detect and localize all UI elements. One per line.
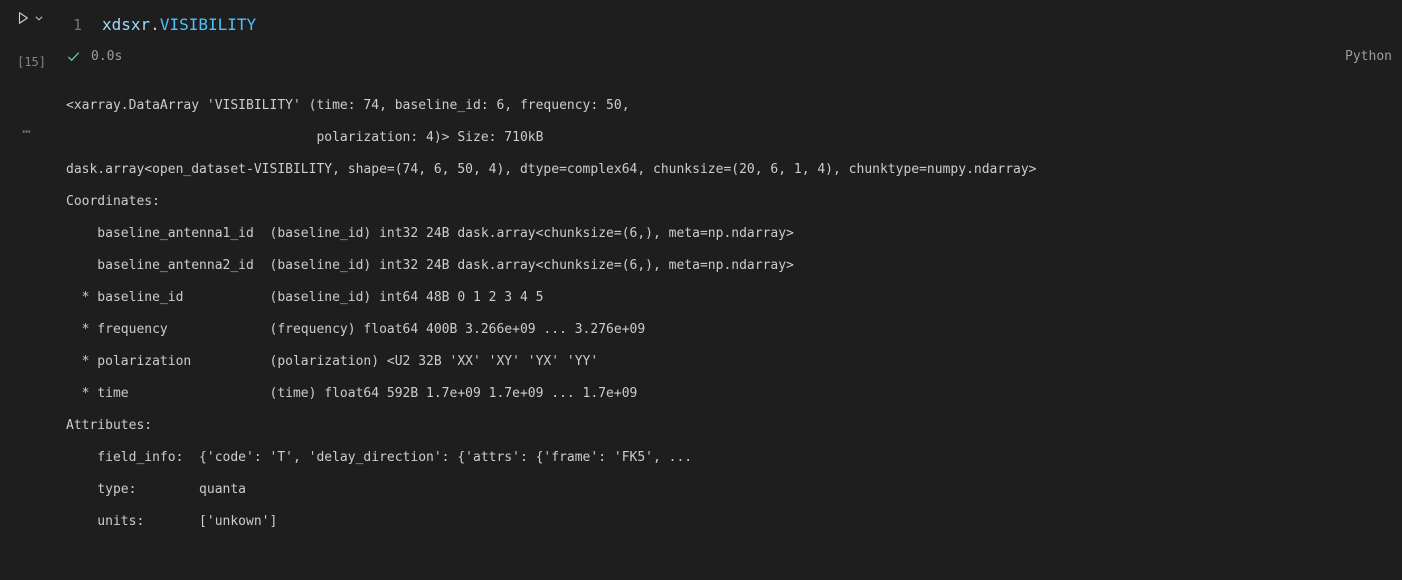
output-line: Coordinates: xyxy=(66,186,1388,218)
status-bar: 0.0s Python xyxy=(52,45,1402,70)
execution-duration: 0.0s xyxy=(91,49,122,64)
output-line: dask.array<open_dataset-VISIBILITY, shap… xyxy=(66,154,1388,186)
code-text[interactable]: xdsxr.VISIBILITY xyxy=(102,14,256,36)
output-line: <xarray.DataArray 'VISIBILITY' (time: 74… xyxy=(66,90,1388,122)
gutter-controls xyxy=(2,6,52,30)
code-input-area[interactable]: 1 xdsxr.VISIBILITY xyxy=(52,0,1402,45)
cell-gutter: [15] ⋯ xyxy=(2,0,52,580)
output-line: units: ['unkown'] xyxy=(66,506,1388,538)
execution-count: [15] xyxy=(2,50,52,74)
code-constant: VISIBILITY xyxy=(160,15,256,34)
output-line: baseline_antenna2_id (baseline_id) int32… xyxy=(66,250,1388,282)
output-line: polarization: 4)> Size: 710kB xyxy=(66,122,1388,154)
language-label[interactable]: Python xyxy=(1345,49,1402,64)
output-line: * polarization (polarization) <U2 32B 'X… xyxy=(66,346,1388,378)
output-line: type: quanta xyxy=(66,474,1388,506)
cell-main: 1 xdsxr.VISIBILITY 0.0s Python <xarray.D… xyxy=(52,0,1402,580)
run-icon[interactable] xyxy=(16,11,30,25)
output-line: * frequency (frequency) float64 400B 3.2… xyxy=(66,314,1388,346)
output-line: * time (time) float64 592B 1.7e+09 1.7e+… xyxy=(66,378,1388,410)
chevron-down-icon[interactable] xyxy=(34,13,44,23)
notebook-cell: [15] ⋯ 1 xdsxr.VISIBILITY 0.0s Python <x… xyxy=(0,0,1402,580)
output-line: Attributes: xyxy=(66,410,1388,442)
output-line: * baseline_id (baseline_id) int64 48B 0 … xyxy=(66,282,1388,314)
line-number: 1 xyxy=(52,14,102,36)
check-icon xyxy=(66,49,81,64)
output-line: field_info: {'code': 'T', 'delay_directi… xyxy=(66,442,1388,474)
output-line: baseline_antenna1_id (baseline_id) int32… xyxy=(66,218,1388,250)
cell-output: <xarray.DataArray 'VISIBILITY' (time: 74… xyxy=(52,70,1402,552)
code-variable: xdsxr xyxy=(102,15,150,34)
more-actions-icon[interactable]: ⋯ xyxy=(2,74,52,140)
code-dot: . xyxy=(150,15,160,34)
